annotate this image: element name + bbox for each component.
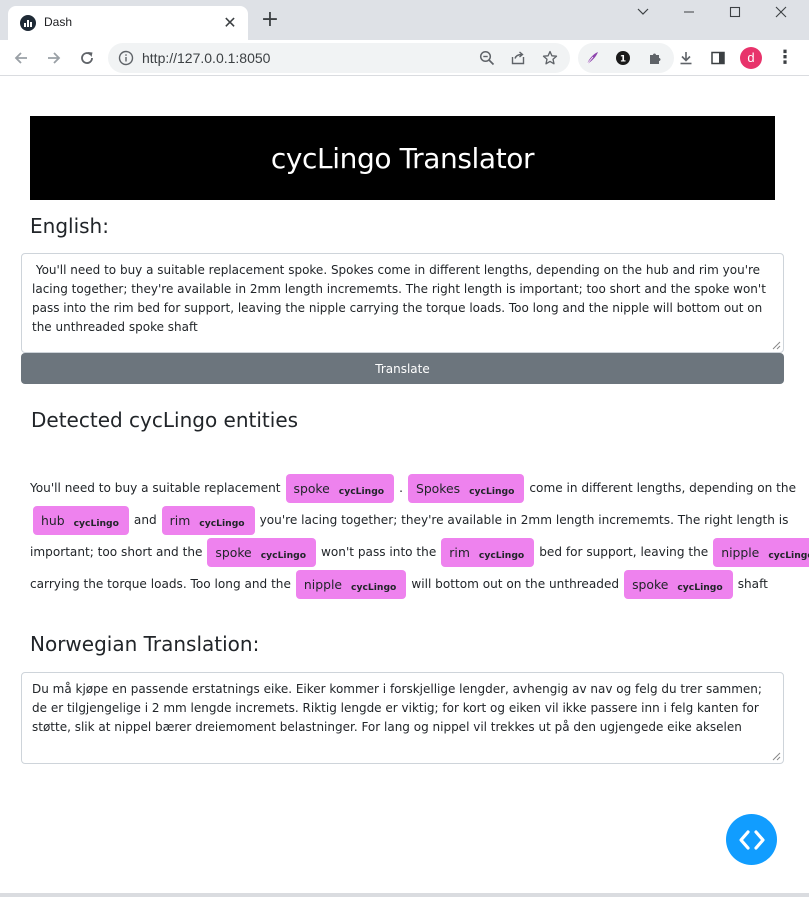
entity-mark: nipple cycLingo: [295, 569, 407, 599]
entity-context-text: bed for support, leaving the: [539, 545, 709, 559]
maximize-icon[interactable]: [712, 0, 758, 24]
entity-context-text: will bottom out on the unthreaded: [411, 577, 620, 591]
entity-context-text: carrying the torque loads. Too long and …: [30, 577, 291, 591]
extension-badge: 1: [620, 55, 626, 65]
entity-context-text: you're lacing together; they're availabl…: [259, 513, 789, 527]
entity-mark: nipple cycLingo: [713, 537, 809, 567]
download-icon[interactable]: [674, 46, 698, 70]
entity-text: spoke: [215, 544, 252, 560]
entity-mark: spoke cycLingo: [207, 537, 317, 567]
entity-context-text: important; too short and the: [30, 545, 203, 559]
new-tab-button[interactable]: +: [258, 9, 282, 33]
browser-tab[interactable]: Dash ✕: [8, 6, 248, 40]
entity-context-text: come in different lengths, depending on …: [529, 481, 797, 495]
window-bottom-edge: [0, 893, 809, 897]
english-textarea[interactable]: You'll need to buy a suitable replacemen…: [21, 253, 784, 353]
entity-context-text: won't pass into the: [321, 545, 437, 559]
resize-grip-icon[interactable]: [772, 752, 781, 761]
page-title: cycLingo Translator: [270, 141, 535, 175]
entity-text: spoke: [293, 480, 330, 496]
entity-label: cycLingo: [478, 549, 525, 561]
entity-text: hub: [41, 512, 65, 528]
entity-context-text: .: [399, 481, 403, 495]
tab-close-icon[interactable]: ✕: [220, 13, 240, 33]
entity-line: important; too short and the spoke cycLing…: [29, 536, 809, 568]
entity-label: cycLingo: [768, 549, 809, 561]
entity-line: hub cycLingo and rim cycLingo you're lacing t…: [29, 504, 789, 536]
entity-line: carrying the torque loads. Too long and …: [29, 568, 789, 600]
minimize-icon[interactable]: [666, 0, 712, 24]
entity-label: cycLingo: [469, 485, 515, 497]
entity-text: Spokes: [415, 480, 461, 496]
entity-mark: Spokes cycLingo: [407, 473, 525, 503]
browser-toolbar: http://127.0.0.1:8050 1 d ⋮: [0, 40, 809, 76]
feather-extension-icon[interactable]: [580, 46, 604, 70]
english-textarea-value: You'll need to buy a suitable replacemen…: [32, 263, 770, 334]
tab-search-icon[interactable]: [620, 0, 666, 24]
entity-text: rim: [169, 512, 191, 528]
puzzle-extensions-icon[interactable]: [643, 46, 667, 70]
dash-favicon-icon: [20, 15, 36, 31]
side-panel-icon[interactable]: [706, 46, 730, 70]
entity-mark: spoke cycLingo: [624, 569, 733, 599]
norwegian-label: Norwegian Translation:: [30, 632, 260, 656]
password-manager-extension-icon[interactable]: 1: [611, 46, 635, 70]
address-bar[interactable]: http://127.0.0.1:8050: [108, 43, 570, 73]
entity-mark: rim cycLingo: [441, 537, 535, 567]
code-brackets-icon: [738, 829, 765, 850]
entity-label: cycLingo: [199, 517, 245, 529]
dash-debug-menu-button[interactable]: [726, 814, 777, 865]
bookmark-star-icon[interactable]: [540, 48, 560, 68]
resize-grip-icon[interactable]: [772, 341, 781, 350]
profile-avatar[interactable]: d: [740, 47, 762, 69]
browser-menu-icon[interactable]: ⋮: [776, 48, 794, 68]
entities-heading: Detected cycLingo entities: [31, 408, 299, 432]
norwegian-textarea[interactable]: Du må kjøpe en passende erstatnings eike…: [21, 672, 784, 764]
share-icon[interactable]: [508, 48, 528, 68]
tab-title: Dash: [44, 15, 73, 29]
entity-context-text: You'll need to buy a suitable replacemen…: [30, 481, 281, 495]
entity-line: You'll need to buy a suitable replacemen…: [29, 472, 796, 504]
entity-text: spoke: [632, 576, 669, 592]
entity-text: rim: [449, 544, 470, 560]
extensions-group: 1: [578, 43, 674, 73]
norwegian-textarea-value: Du må kjøpe en passende erstatnings eike…: [32, 682, 766, 734]
entity-mark: hub cycLingo: [33, 505, 129, 535]
entity-mark: spoke cycLingo: [285, 473, 395, 503]
back-arrow-icon[interactable]: [8, 45, 34, 71]
entity-label: cycLingo: [73, 517, 119, 529]
entity-label: cycLingo: [677, 581, 723, 593]
entities-display: You'll need to buy a suitable replacemen…: [29, 472, 809, 600]
english-label: English:: [30, 214, 109, 238]
browser-tab-strip: Dash ✕ +: [0, 0, 809, 40]
entity-label: cycLingo: [338, 485, 385, 497]
reload-icon[interactable]: [74, 45, 100, 71]
url-text[interactable]: http://127.0.0.1:8050: [142, 50, 270, 66]
site-info-icon[interactable]: [118, 50, 134, 66]
close-window-icon[interactable]: [758, 0, 804, 24]
translate-button[interactable]: Translate: [21, 353, 784, 384]
entity-label: cycLingo: [260, 549, 307, 561]
zoom-icon[interactable]: [477, 48, 497, 68]
entity-label: cycLingo: [351, 581, 397, 593]
entity-text: nipple: [721, 544, 760, 560]
entity-text: nipple: [303, 576, 343, 592]
app-header: cycLingo Translator: [30, 116, 775, 200]
entity-context-text: shaft: [737, 577, 768, 591]
forward-arrow-icon[interactable]: [41, 45, 67, 71]
entity-mark: rim cycLingo: [161, 505, 255, 535]
entity-context-text: and: [133, 513, 157, 527]
